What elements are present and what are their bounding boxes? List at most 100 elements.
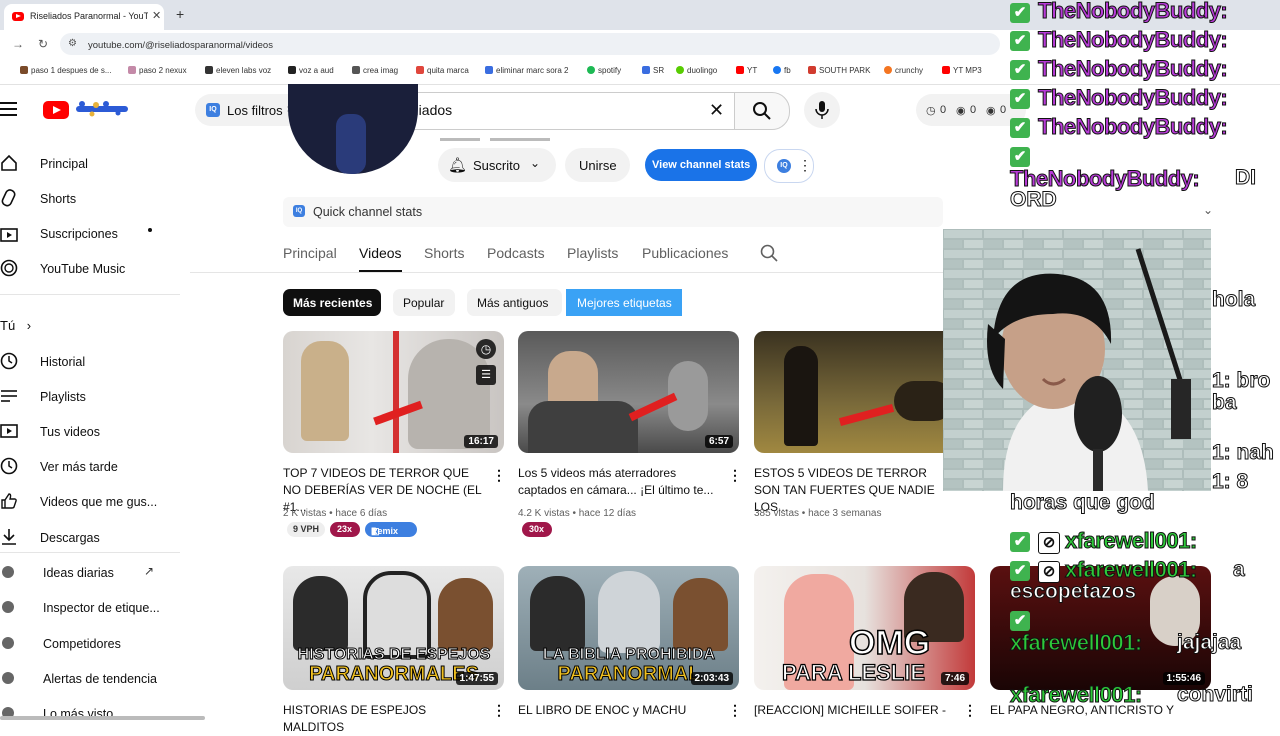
bookmark-item[interactable]: SR [642, 66, 664, 75]
more-vert-icon[interactable]: ⋮ [492, 467, 506, 484]
more-vert-icon[interactable]: ⋮ [492, 702, 506, 719]
video-thumbnail[interactable]: OMG PARA LESLIE 7:46 [754, 566, 975, 690]
video-meta: 4.2 K vistas • hace 12 días [518, 508, 637, 519]
verified-check-icon: ✔ [1010, 561, 1030, 581]
watch-later-icon[interactable]: ◷ [476, 339, 496, 359]
youtube-logo-icon[interactable] [43, 101, 69, 119]
chat-username: TheNobodyBuddy: [1037, 27, 1228, 53]
sidebar-item-liked-videos[interactable]: Videos que me gus... [0, 486, 180, 516]
tabs-divider [190, 272, 950, 273]
chip-oldest[interactable]: Más antiguos [467, 289, 562, 316]
sidebar-item-principal[interactable]: Principal [0, 148, 180, 178]
stat-value: 0 [970, 104, 977, 116]
search-icon [753, 102, 771, 120]
eye-icon: ◉ [986, 105, 996, 117]
more-vert-icon[interactable]: ⋮ [728, 702, 742, 719]
sidebar-item-trend-alerts[interactable]: Alertas de tendencia [0, 663, 180, 693]
bookmark-item[interactable]: eliminar marc sora 2 [485, 66, 568, 75]
sidebar-item-youtube-music[interactable]: YouTube Music [0, 253, 180, 283]
bookmark-item[interactable]: crunchy [884, 66, 923, 75]
sidebar-item-daily-ideas[interactable]: Ideas diarias ↗ [0, 557, 180, 587]
tab-podcasts[interactable]: Podcasts [487, 245, 545, 261]
tab-shorts[interactable]: Shorts [424, 245, 464, 261]
menu-icon[interactable] [0, 102, 17, 120]
bookmark-item[interactable]: YT MP3 [942, 66, 982, 75]
chat-message: 1: bro [1211, 369, 1271, 393]
sidebar-item-playlists[interactable]: Playlists [0, 381, 180, 411]
quick-channel-stats-bar[interactable]: IQ Quick channel stats ⌄ [283, 197, 1213, 227]
sidebar-item-most-viewed[interactable]: Lo más visto [0, 698, 180, 728]
video-thumbnail[interactable]: HISTORIAS DE ESPEJOS PARANORMALES 1:47:5… [283, 566, 504, 690]
voice-search-button[interactable] [804, 92, 840, 128]
channel-avatar[interactable] [288, 84, 418, 174]
bookmark-item[interactable]: SOUTH PARK [808, 66, 870, 75]
video-title[interactable]: EL LIBRO DE ENOC y MACHU [518, 702, 723, 719]
chat-username: TheNobodyBuddy: [1037, 0, 1228, 24]
back-icon[interactable]: → [12, 37, 24, 51]
sidebar-item-watch-later[interactable]: Ver más tarde [0, 451, 180, 481]
sidebar-item-history[interactable]: Historial [0, 346, 180, 376]
bookmark-item[interactable]: YT [736, 66, 757, 75]
video-duration: 7:46 [940, 672, 969, 685]
video-thumbnail[interactable]: LA BIBLIA PROHIBIDA PARANORMAL 2:03:43 [518, 566, 739, 690]
chip-most-recent[interactable]: Más recientes [283, 289, 381, 316]
bookmark-item[interactable]: paso 1 despues de s... [20, 66, 112, 75]
clear-search-icon[interactable]: ✕ [709, 100, 724, 121]
reload-icon[interactable]: ↻ [38, 37, 48, 51]
video-duration: 2:03:43 [690, 672, 733, 685]
vidiq-menu-button[interactable]: IQ ⋮ [764, 149, 814, 183]
chip-label: Popular [403, 296, 445, 310]
sidebar-item-subscriptions[interactable]: Suscripciones [0, 218, 180, 248]
bookmark-item[interactable]: eleven labs voz [205, 66, 271, 75]
video-title[interactable]: Los 5 videos más aterradores captados en… [518, 465, 723, 499]
view-channel-stats-button[interactable]: View channel stats [645, 149, 757, 181]
site-info-icon[interactable]: ⚙ [68, 38, 77, 49]
bookmark-item[interactable]: voz a aud [288, 66, 334, 75]
video-title[interactable]: HISTORIAS DE ESPEJOS MALDITOS [283, 702, 488, 736]
horizontal-scrollbar[interactable] [0, 716, 205, 720]
bookmark-icon [942, 66, 950, 74]
search-input[interactable]: riseliados ✕ [378, 92, 735, 130]
remix-badge[interactable]: ◧ Remix [365, 522, 417, 537]
more-vert-icon[interactable]: ⋮ [728, 467, 742, 484]
tab-videos[interactable]: Videos [359, 245, 402, 261]
chip-popular[interactable]: Popular [393, 289, 455, 316]
tab-publicaciones[interactable]: Publicaciones [642, 245, 728, 261]
bookmark-item[interactable]: paso 2 nexux [128, 66, 187, 75]
video-title[interactable]: [REACCION] MICHEILLE SOIFER - [754, 702, 959, 719]
chip-best-tags[interactable]: Mejores etiquetas [566, 289, 682, 316]
channel-search-icon[interactable] [760, 244, 778, 262]
bookmark-icon [352, 66, 360, 74]
thumbnail-text: OMG [848, 623, 931, 663]
bookmark-item[interactable]: duolingo [676, 66, 717, 75]
video-thumbnail[interactable]: 6:57 [518, 331, 739, 453]
search-button[interactable] [734, 92, 790, 130]
bookmark-item[interactable]: quita marca [416, 66, 469, 75]
tab-principal[interactable]: Principal [283, 245, 337, 261]
subscribed-button[interactable]: 🔔︎ Suscrito ⌄ [438, 148, 556, 182]
video-thumbnail[interactable] [754, 331, 975, 453]
bookmark-icon [485, 66, 493, 74]
bookmark-item[interactable]: spotify [587, 66, 621, 75]
no-audio-icon: ⊘ [1038, 532, 1060, 554]
bookmark-item[interactable]: crea imag [352, 66, 398, 75]
bookmark-item[interactable]: fb [773, 66, 791, 75]
sidebar-item-competitors[interactable]: Competidores [0, 628, 180, 658]
sidebar-item-shorts[interactable]: Shorts [0, 183, 180, 213]
more-vert-icon[interactable]: ⋮ [963, 702, 977, 719]
video-thumbnail[interactable]: ◷ ☰ 16:17 [283, 331, 504, 453]
tab-close-icon[interactable]: ✕ [152, 9, 161, 22]
browser-tab-active[interactable]: Riseliados Paranormal - YouTube ✕ [4, 4, 164, 30]
join-button[interactable]: Unirse [565, 148, 630, 182]
chat-message: ba [1212, 391, 1237, 415]
sidebar-you-header[interactable]: Tú › [0, 318, 31, 333]
chat-username: xfarewell001: [1065, 528, 1198, 554]
add-to-queue-icon[interactable]: ☰ [476, 365, 496, 385]
thumbnail-person [673, 578, 728, 651]
tab-playlists[interactable]: Playlists [567, 245, 618, 261]
new-tab-icon[interactable]: + [176, 6, 184, 22]
sidebar-item-tag-inspector[interactable]: Inspector de etique... [0, 592, 180, 622]
chat-message: jajajaa [1176, 631, 1242, 655]
sidebar-item-your-videos[interactable]: Tus videos [0, 416, 180, 446]
sidebar-item-downloads[interactable]: Descargas [0, 522, 180, 552]
